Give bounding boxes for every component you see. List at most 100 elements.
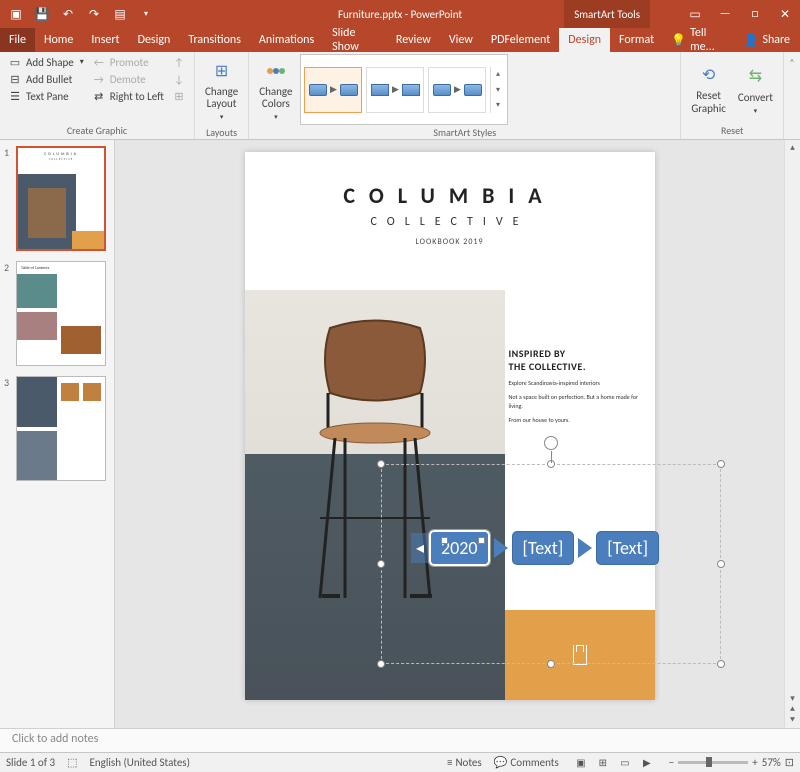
smartart-node-1[interactable]: 2020 (429, 530, 490, 566)
next-slide-icon[interactable]: ⯆ (789, 715, 796, 726)
side-p4: From our house to yours. (509, 416, 649, 424)
fit-to-window-icon[interactable]: ⊡ (785, 756, 794, 769)
tab-insert[interactable]: Insert (82, 28, 128, 52)
tab-transitions[interactable]: Transitions (179, 28, 250, 52)
reset-graphic-button[interactable]: ⟲ Reset Graphic (687, 54, 730, 123)
qat-dropdown-icon[interactable]: ▾ (136, 4, 156, 24)
tab-design[interactable]: Design (129, 28, 180, 52)
slide-counter[interactable]: Slide 1 of 3 (6, 756, 55, 769)
smartart-node-3[interactable]: [Text] (596, 531, 659, 565)
comments-toggle[interactable]: 💬Comments (494, 756, 559, 769)
smartart-arrow-icon (494, 538, 508, 558)
zoom-in-icon[interactable]: + (752, 756, 757, 769)
vertical-scrollbar[interactable]: ▴ ▾ ⯅ ⯆ (784, 140, 800, 728)
style-item-2[interactable]: ▶ (366, 67, 424, 113)
share-label: Share (762, 33, 790, 47)
style-item-1[interactable]: ▶ (304, 67, 362, 113)
reading-view-icon[interactable]: ▭ (615, 755, 635, 771)
rotation-handle-icon[interactable] (544, 436, 558, 450)
convert-button[interactable]: ⇆ Convert ▾ (734, 54, 777, 123)
zoom-percent[interactable]: 57% (762, 756, 781, 769)
start-from-beginning-icon[interactable]: ▤ (110, 4, 130, 24)
undo-icon[interactable]: ↶ (58, 4, 78, 24)
tab-file[interactable]: File (0, 28, 35, 52)
add-shape-button[interactable]: ▭Add Shape▾ (6, 54, 86, 70)
redo-icon[interactable]: ↷ (84, 4, 104, 24)
side-text-block[interactable]: INSPIRED BY THE COLLECTIVE. Explore Scan… (509, 347, 649, 425)
text-pane-label: Text Pane (26, 90, 69, 103)
tell-me-search[interactable]: 💡 Tell me... (663, 28, 733, 52)
move-down-button[interactable]: ↓ (170, 71, 188, 87)
save-icon[interactable]: 💾 (32, 4, 52, 24)
add-bullet-label: Add Bullet (26, 73, 72, 86)
tab-smartart-design[interactable]: Design (559, 28, 610, 52)
text-pane-button[interactable]: ☰Text Pane (6, 88, 86, 104)
thumb1-sub: COLLECTIVE (18, 157, 104, 161)
notes-pane[interactable]: Click to add notes (0, 728, 800, 752)
tab-home[interactable]: Home (35, 28, 82, 52)
tab-animations[interactable]: Animations (250, 28, 323, 52)
demote-arrow-icon: → (92, 72, 106, 86)
move-down-icon: ↓ (172, 72, 186, 86)
collapse-ribbon-icon[interactable]: ˄ (784, 52, 800, 139)
language-status[interactable]: English (United States) (90, 756, 190, 769)
ribbon-tabs: File Home Insert Design Transitions Anim… (0, 28, 800, 52)
change-colors-button[interactable]: Change Colors ▾ (255, 54, 296, 125)
thumb-number: 1 (4, 146, 12, 251)
slideshow-view-icon[interactable]: ▶ (637, 755, 657, 771)
text-pane-toggle-icon[interactable]: ◂ (411, 533, 429, 563)
layout-button[interactable]: ⊞ (170, 88, 188, 104)
maximize-icon[interactable]: □ (740, 0, 770, 28)
change-layout-button[interactable]: ⊞ Change Layout ▾ (201, 54, 242, 125)
sorter-view-icon[interactable]: ⊞ (593, 755, 613, 771)
slide-title[interactable]: COLUMBIA (245, 152, 655, 209)
normal-view-icon[interactable]: ▣ (571, 755, 591, 771)
change-colors-icon (263, 58, 289, 84)
spellcheck-icon[interactable]: ⬚ (67, 756, 77, 769)
scroll-down-icon[interactable]: ▾ (790, 693, 795, 704)
notes-icon: ≡ (447, 756, 452, 769)
thumb-number: 2 (4, 261, 12, 366)
group-label-layouts: Layouts (201, 125, 242, 139)
add-bullet-button[interactable]: ⊟Add Bullet (6, 71, 86, 87)
style-item-3[interactable]: ▶ (428, 67, 486, 113)
thumbnail-2[interactable]: Table of Contents (16, 261, 106, 366)
reset-graphic-label: Reset Graphic (691, 90, 726, 114)
tab-view[interactable]: View (440, 28, 482, 52)
quick-access-toolbar: ▣ 💾 ↶ ↷ ▤ ▾ (0, 4, 156, 24)
share-button[interactable]: 👤 Share (733, 28, 800, 52)
notes-toggle[interactable]: ≡Notes (447, 756, 482, 769)
zoom-out-icon[interactable]: − (669, 756, 674, 769)
rtl-icon: ⇄ (92, 89, 106, 103)
scroll-up-icon[interactable]: ▴ (790, 142, 795, 153)
prev-slide-icon[interactable]: ⯅ (789, 704, 796, 715)
tab-pdfelement[interactable]: PDFelement (482, 28, 559, 52)
gallery-scroll[interactable]: ▴▾▾ (490, 67, 504, 113)
tab-slideshow[interactable]: Slide Show (323, 28, 387, 52)
smartart-graphic[interactable]: ◂ 2020 [Text] [Text] (411, 524, 721, 578)
ribbon-options-icon[interactable]: ▭ (680, 0, 710, 28)
add-shape-icon: ▭ (8, 55, 22, 69)
demote-button[interactable]: →Demote (90, 71, 166, 87)
close-icon[interactable]: ✕ (770, 0, 800, 28)
slide-thumbnail-panel[interactable]: 1 COLUMBIA COLLECTIVE 2 Table of Content… (0, 140, 115, 728)
promote-button[interactable]: ←Promote (90, 54, 166, 70)
change-layout-icon: ⊞ (209, 58, 235, 84)
minimize-icon[interactable]: — (710, 0, 740, 28)
group-label-create-graphic: Create Graphic (6, 123, 188, 137)
thumbnail-1[interactable]: COLUMBIA COLLECTIVE (16, 146, 106, 251)
smartart-style-gallery[interactable]: ▶ ▶ ▶ ▴▾▾ (300, 54, 508, 125)
move-up-button[interactable]: ↑ (170, 54, 188, 70)
right-to-left-button[interactable]: ⇄Right to Left (90, 88, 166, 104)
zoom-slider[interactable] (678, 761, 748, 764)
change-colors-label: Change Colors (259, 86, 292, 110)
slide-canvas[interactable]: COLUMBIA COLLECTIVE LOOKBOOK 2019 INSPIR… (115, 140, 784, 728)
move-up-icon: ↑ (172, 55, 186, 69)
slide-subtitle[interactable]: COLLECTIVE (245, 209, 655, 229)
smartart-node-2[interactable]: [Text] (512, 531, 575, 565)
group-reset: ⟲ Reset Graphic ⇆ Convert ▾ Reset (681, 52, 784, 139)
tab-smartart-format[interactable]: Format (610, 28, 663, 52)
slide-lookbook[interactable]: LOOKBOOK 2019 (245, 229, 655, 247)
thumbnail-3[interactable] (16, 376, 106, 481)
tab-review[interactable]: Review (387, 28, 440, 52)
